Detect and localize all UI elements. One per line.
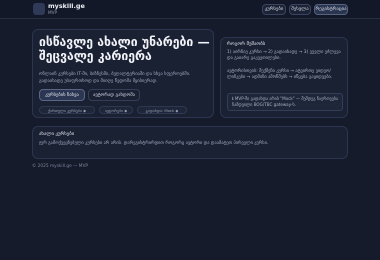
top-header: myskill.ge MVP კურსები შესვლა რეგისტრაცი… bbox=[0, 0, 380, 19]
steps-student: 1) აირჩიე კურსი → 2) გადაიხადე → 3) ვუვლ… bbox=[227, 50, 341, 61]
new-courses-empty-text: ჯერ გამოქვეყნებული კურსები არ არის. დარე… bbox=[39, 141, 269, 146]
mvp-payment-note: ℹ MVP-ში გადახდა არის "Mock" — შემდეგ ჩა… bbox=[227, 93, 343, 111]
new-courses-card: ახალი კურსები ჯერ გამოქვეყნებული კურსები… bbox=[32, 126, 348, 159]
hero-card: ისწავლე ახალი უნარები — შეცვალე კარიერა … bbox=[32, 29, 214, 118]
how-it-works-card: როგორ მუშაობს 1) აირჩიე კურსი → 2) გადაი… bbox=[220, 37, 348, 118]
brand-subtitle: MVP bbox=[48, 10, 58, 15]
become-author-button[interactable]: ავტორად გახდომა bbox=[88, 89, 140, 101]
nav-login-button[interactable]: შესვლა bbox=[289, 4, 311, 15]
steps-author: ავტორისთვის: შექმენი კურსი → ატვირთე ვიდ… bbox=[227, 69, 333, 80]
view-courses-button[interactable]: კურსების ნახვა bbox=[39, 89, 85, 101]
new-courses-title: ახალი კურსები bbox=[39, 132, 75, 137]
pill-georgian-courses: ქართული კურსები ◆ bbox=[39, 106, 95, 114]
hero-description: ონლაინ კურსები IT-ში, ბიზნესში, ბუღალტერ… bbox=[39, 72, 191, 84]
logo-icon[interactable] bbox=[33, 3, 45, 15]
hero-title: ისწავლე ახალი უნარები — შეცვალე კარიერა bbox=[39, 35, 210, 63]
pill-payment-mock: გადახდა: Mock ◆ bbox=[137, 106, 187, 114]
nav-register-button[interactable]: რეგისტრაცია bbox=[314, 4, 348, 15]
nav-courses-button[interactable]: კურსები bbox=[262, 4, 286, 15]
brand-title[interactable]: myskill.ge bbox=[48, 2, 85, 10]
how-it-works-title: როგორ მუშაობს bbox=[227, 42, 266, 47]
pill-authors: ავტორები ◆ bbox=[99, 106, 133, 114]
footer-text: © 2025 myskill.ge — MVP bbox=[32, 164, 89, 169]
